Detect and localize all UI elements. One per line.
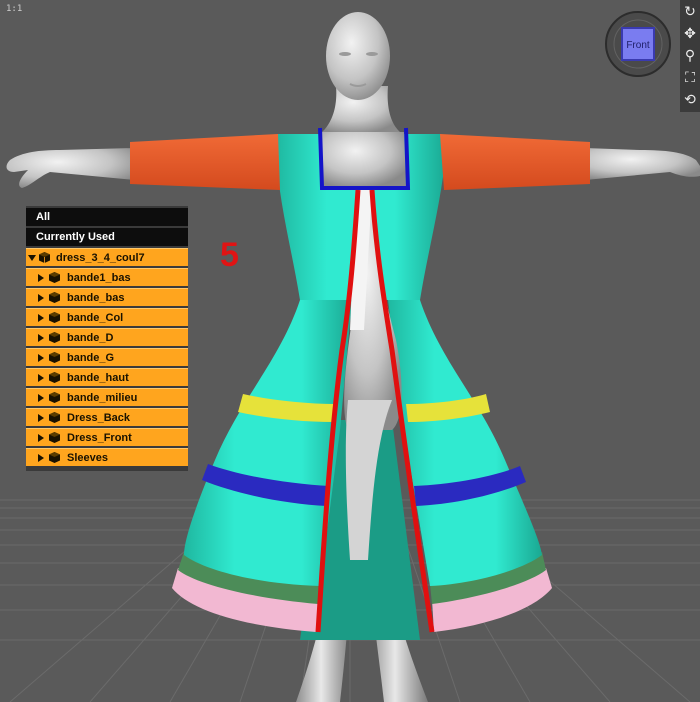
left-sleeve [130,134,280,190]
tree-item-label: bande_milieu [67,392,138,404]
tree-item[interactable]: bande1_bas [26,268,188,286]
pan-icon[interactable]: ✥ [680,22,700,44]
chest [322,132,406,186]
tree-item-label: bande_haut [67,372,129,384]
tree-item[interactable]: bande_haut [26,368,188,386]
cube-icon [49,272,60,283]
tree-item[interactable]: Sleeves [26,448,188,466]
expand-arrow-icon[interactable] [38,334,44,342]
camera-cube-label: Front [626,40,650,51]
expand-arrow-icon[interactable] [38,354,44,362]
right-forearm [585,148,700,180]
tree-item-label: bande_G [67,352,115,364]
filter-currently-used[interactable]: Currently Used [26,228,188,246]
expand-arrow-icon[interactable] [38,454,44,462]
tree-item[interactable]: bande_Col [26,308,188,326]
expand-arrow-icon[interactable] [38,374,44,382]
left-forearm [6,148,135,188]
cube-icon [39,252,50,263]
cube-icon [49,312,60,323]
tree-item-label: bande_bas [67,292,125,304]
collapse-arrow-icon[interactable] [28,255,36,261]
tree-item[interactable]: bande_D [26,328,188,346]
expand-arrow-icon[interactable] [38,274,44,282]
scene-tree-panel: All Currently Used dress_3_4_coul7 bande… [26,206,188,471]
left-eye [339,52,351,56]
tree-item-label: bande1_bas [67,272,131,284]
tree-item[interactable]: Dress_Front [26,428,188,446]
expand-arrow-icon[interactable] [38,434,44,442]
frame-icon[interactable]: ⛶ [680,66,700,88]
cube-icon [49,352,60,363]
tree-item[interactable]: bande_milieu [26,388,188,406]
tree-item-label: bande_D [67,332,114,344]
cube-icon [49,432,60,443]
annotation-number: 5 [220,236,239,274]
right-sleeve [440,134,590,190]
cube-icon [49,452,60,463]
cube-icon [49,332,60,343]
tree-item-label: bande_Col [67,312,124,324]
expand-arrow-icon[interactable] [38,394,44,402]
tree-root-label: dress_3_4_coul7 [56,252,145,264]
zoom-label: 1:1 [6,4,23,14]
tree-root-item[interactable]: dress_3_4_coul7 [26,248,188,266]
cube-icon [49,372,60,383]
tree-item[interactable]: Dress_Back [26,408,188,426]
right-eye [366,52,378,56]
rotate-icon[interactable]: ↻ [680,0,700,22]
cube-icon [49,292,60,303]
zoom-icon[interactable]: ⚲ [680,44,700,66]
camera-toolbar: ↻ ✥ ⚲ ⛶ ⟲ [680,0,700,112]
camera-cube[interactable]: Front [604,10,672,78]
tree-item-label: Dress_Front [67,432,132,444]
cube-icon [49,392,60,403]
tree-item[interactable]: bande_G [26,348,188,366]
tree-item-label: Dress_Back [67,412,130,424]
reset-icon[interactable]: ⟲ [680,88,700,110]
expand-arrow-icon[interactable] [38,294,44,302]
tree-item-label: Sleeves [67,452,108,464]
dress-front-right [388,300,542,586]
expand-arrow-icon[interactable] [38,414,44,422]
expand-arrow-icon[interactable] [38,314,44,322]
3d-viewport[interactable]: 1:1 Front ↻ ✥ ⚲ ⛶ ⟲ 5 All Currently Used… [0,0,700,702]
cube-icon [49,412,60,423]
filter-all[interactable]: All [26,208,188,226]
tree-item[interactable]: bande_bas [26,288,188,306]
